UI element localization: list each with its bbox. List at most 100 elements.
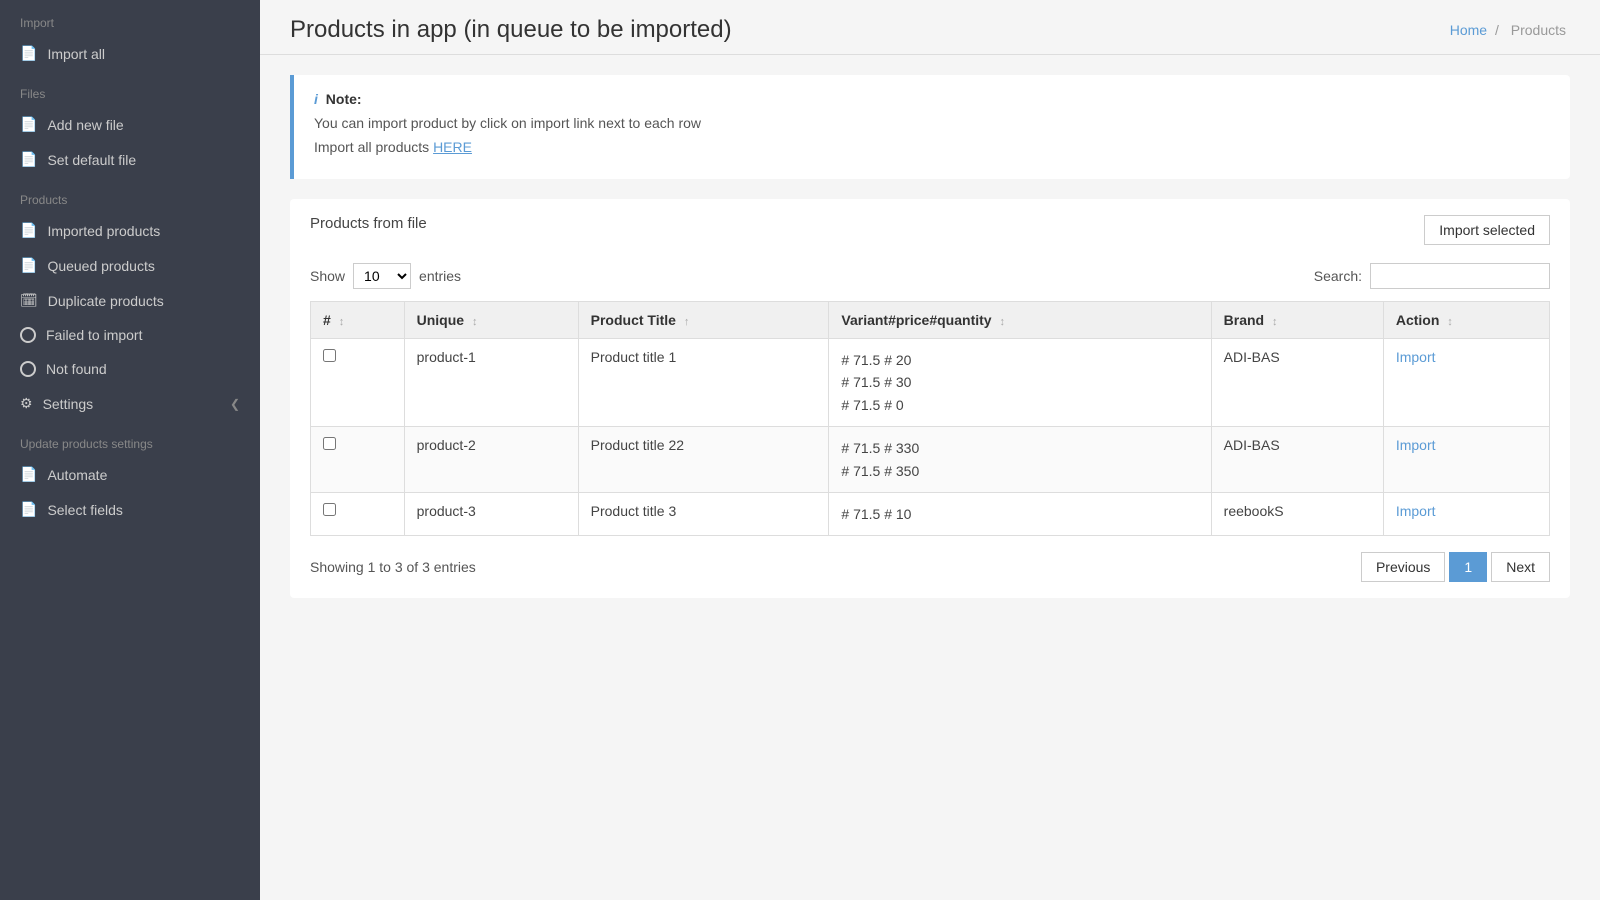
- import-all-link[interactable]: HERE: [433, 139, 472, 155]
- search-input[interactable]: [1370, 263, 1550, 289]
- table-controls: Show 10 25 50 100 entries Search:: [310, 263, 1550, 289]
- gear-icon: ⚙: [20, 395, 33, 412]
- cell-variant: # 71.5 # 20# 71.5 # 30# 71.5 # 0: [829, 339, 1211, 427]
- row-checkbox-cell: [311, 339, 405, 427]
- file-icon: 📄: [20, 116, 37, 133]
- row-checkbox[interactable]: [323, 503, 336, 516]
- cell-product-title: Product title 1: [578, 339, 829, 427]
- sort-icon[interactable]: ↕: [999, 316, 1005, 328]
- col-product-title: Product Title ↑: [578, 302, 829, 339]
- sidebar-item-select-fields[interactable]: 📄 Select fields: [0, 492, 260, 527]
- import-selected-button[interactable]: Import selected: [1424, 215, 1550, 245]
- sidebar-item-queued-products[interactable]: 📄 Queued products: [0, 248, 260, 283]
- file-icon: 📄: [20, 501, 37, 518]
- cell-product-title: Product title 3: [578, 492, 829, 535]
- sidebar-item-label: Set default file: [47, 152, 136, 168]
- previous-button[interactable]: Previous: [1361, 552, 1445, 582]
- sidebar-item-add-new-file[interactable]: 📄 Add new file: [0, 107, 260, 142]
- sidebar-item-failed-to-import[interactable]: Failed to import: [0, 318, 260, 352]
- variant-line: # 71.5 # 350: [841, 460, 1198, 482]
- products-table: # ↕ Unique ↕ Product Title ↑ Variant#p: [310, 301, 1550, 536]
- sidebar-item-import-all[interactable]: 📄 Import all: [0, 36, 260, 71]
- table-header-row: # ↕ Unique ↕ Product Title ↑ Variant#p: [311, 302, 1550, 339]
- not-found-circle-icon: [20, 361, 36, 377]
- sidebar-item-not-found[interactable]: Not found: [0, 352, 260, 386]
- breadcrumb-home[interactable]: Home: [1450, 22, 1487, 38]
- cell-variant: # 71.5 # 10: [829, 492, 1211, 535]
- table-section-title: Products from file: [310, 215, 427, 232]
- sidebar-item-settings[interactable]: ⚙ Settings ❮: [0, 386, 260, 421]
- sidebar-item-label: Failed to import: [46, 327, 142, 343]
- row-checkbox-cell: [311, 427, 405, 493]
- pagination-buttons: Previous 1 Next: [1361, 552, 1550, 582]
- entries-select[interactable]: 10 25 50 100: [353, 263, 411, 289]
- main-content: Products in app (in queue to be imported…: [260, 0, 1600, 900]
- cell-action: Import: [1383, 339, 1549, 427]
- cell-unique: product-1: [404, 339, 578, 427]
- sidebar-item-label: Imported products: [47, 223, 160, 239]
- row-checkbox[interactable]: [323, 349, 336, 362]
- breadcrumb: Home / Products: [1450, 22, 1570, 38]
- sidebar-item-label: Duplicate products: [48, 293, 164, 309]
- page-1-button[interactable]: 1: [1449, 552, 1487, 582]
- cell-action: Import: [1383, 492, 1549, 535]
- note-box: i Note: You can import product by click …: [290, 75, 1570, 179]
- cell-variant: # 71.5 # 330# 71.5 # 350: [829, 427, 1211, 493]
- cell-product-title: Product title 22: [578, 427, 829, 493]
- sidebar-item-label: Add new file: [47, 117, 123, 133]
- import-link[interactable]: Import: [1396, 349, 1436, 365]
- sidebar-item-set-default-file[interactable]: 📄 Set default file: [0, 142, 260, 177]
- sidebar-item-label: Import all: [47, 46, 105, 62]
- pagination-area: Showing 1 to 3 of 3 entries Previous 1 N…: [310, 552, 1550, 582]
- col-hash: # ↕: [311, 302, 405, 339]
- sort-icon[interactable]: ↕: [472, 316, 478, 328]
- breadcrumb-current: Products: [1511, 22, 1566, 38]
- sort-icon[interactable]: ↕: [339, 316, 345, 328]
- cell-brand: ADI-BAS: [1211, 427, 1383, 493]
- import-link[interactable]: Import: [1396, 437, 1436, 453]
- breadcrumb-separator: /: [1495, 22, 1499, 38]
- file-icon: 📄: [20, 466, 37, 483]
- sidebar-section-update-products: Update products settings: [0, 421, 260, 457]
- sort-icon[interactable]: ↕: [1272, 316, 1278, 328]
- sidebar-item-label: Not found: [46, 361, 107, 377]
- sidebar-section-import: Import: [0, 0, 260, 36]
- content-area: i Note: You can import product by click …: [260, 55, 1600, 900]
- col-brand: Brand ↕: [1211, 302, 1383, 339]
- variant-line: # 71.5 # 10: [841, 503, 1198, 525]
- sort-icon[interactable]: ↑: [684, 316, 690, 328]
- showing-text: Showing 1 to 3 of 3 entries: [310, 559, 476, 575]
- sidebar-item-automate[interactable]: 📄 Automate: [0, 457, 260, 492]
- import-link[interactable]: Import: [1396, 503, 1436, 519]
- sidebar-item-label: Queued products: [47, 258, 154, 274]
- table-row: product-3Product title 3# 71.5 # 10reebo…: [311, 492, 1550, 535]
- sidebar-section-products: Products: [0, 177, 260, 213]
- chevron-left-icon: ❮: [230, 397, 240, 411]
- sidebar-section-files: Files: [0, 71, 260, 107]
- table-row: product-1Product title 1# 71.5 # 20# 71.…: [311, 339, 1550, 427]
- variant-line: # 71.5 # 20: [841, 349, 1198, 371]
- sidebar-item-imported-products[interactable]: 📄 Imported products: [0, 213, 260, 248]
- next-button[interactable]: Next: [1491, 552, 1550, 582]
- page-title: Products in app (in queue to be imported…: [290, 16, 732, 44]
- variant-line: # 71.5 # 30: [841, 371, 1198, 393]
- row-checkbox-cell: [311, 492, 405, 535]
- file-copy-icon: 🗓: [20, 292, 38, 309]
- file-icon: 📄: [20, 45, 37, 62]
- show-label: Show: [310, 268, 345, 284]
- row-checkbox[interactable]: [323, 437, 336, 450]
- note-line1: You can import product by click on impor…: [314, 115, 1550, 131]
- table-row: product-2Product title 22# 71.5 # 330# 7…: [311, 427, 1550, 493]
- cell-brand: reebookS: [1211, 492, 1383, 535]
- show-entries-control: Show 10 25 50 100 entries: [310, 263, 461, 289]
- sort-icon[interactable]: ↕: [1447, 316, 1453, 328]
- page-header: Products in app (in queue to be imported…: [260, 0, 1600, 55]
- sidebar: Import 📄 Import all Files 📄 Add new file…: [0, 0, 260, 900]
- table-section: Products from file Import selected Show …: [290, 199, 1570, 598]
- sidebar-item-duplicate-products[interactable]: 🗓 Duplicate products: [0, 283, 260, 318]
- note-line2: Import all products HERE: [314, 139, 1550, 155]
- search-control: Search:: [1314, 263, 1550, 289]
- info-icon: i: [314, 91, 318, 107]
- failed-circle-icon: [20, 327, 36, 343]
- search-label: Search:: [1314, 268, 1362, 284]
